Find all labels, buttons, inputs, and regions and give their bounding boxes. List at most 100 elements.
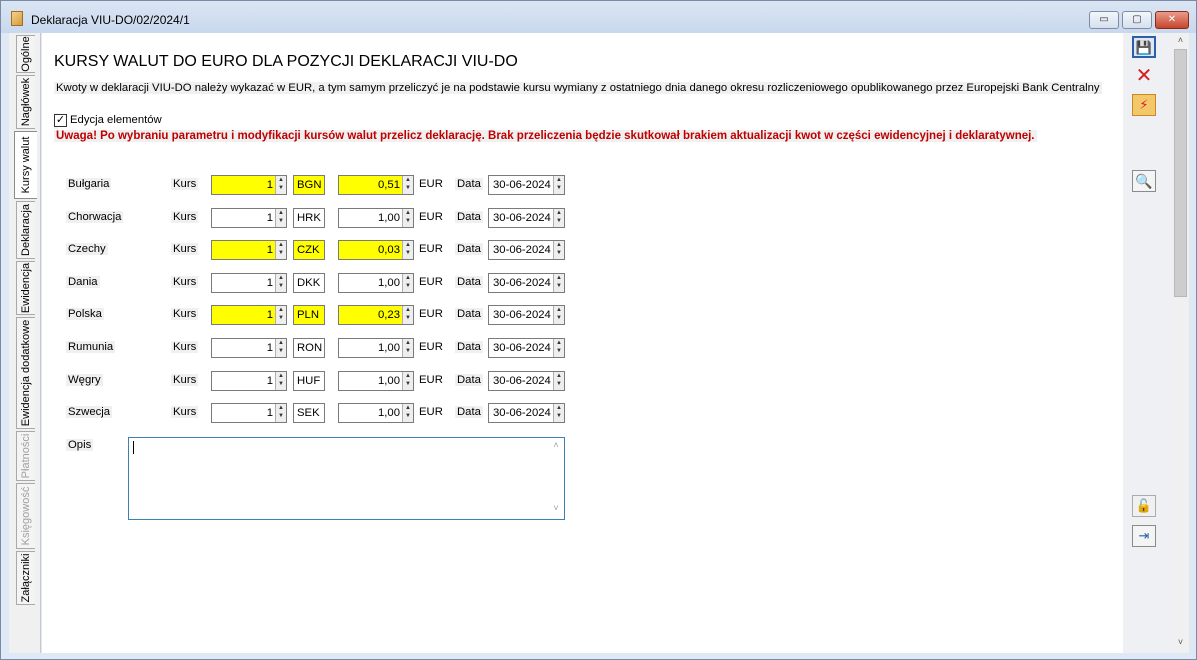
rate-stepper[interactable]: 1,00 ▲ ▼ (338, 371, 414, 391)
stepper-arrows[interactable]: ▲ ▼ (553, 306, 564, 324)
spin-down-icon[interactable]: ▼ (554, 347, 564, 355)
rate-stepper[interactable]: 0,23 ▲ ▼ (338, 305, 414, 325)
stepper-arrows[interactable]: ▲ ▼ (402, 372, 413, 390)
spin-down-icon[interactable]: ▼ (276, 347, 286, 355)
chevron-down-icon[interactable]: ˅ (1172, 637, 1189, 651)
spin-up-icon[interactable]: ▲ (403, 176, 413, 184)
spin-down-icon[interactable]: ▼ (403, 249, 413, 257)
spin-up-icon[interactable]: ▲ (554, 372, 564, 380)
spin-down-icon[interactable]: ▼ (403, 380, 413, 388)
spin-down-icon[interactable]: ▼ (403, 282, 413, 290)
quantity-stepper[interactable]: 1 ▲ ▼ (211, 273, 287, 293)
tab-naglowek[interactable]: Nagłówek (16, 75, 35, 129)
spin-up-icon[interactable]: ▲ (403, 404, 413, 412)
pin-icon[interactable]: ⇥ (1132, 525, 1156, 547)
spin-up-icon[interactable]: ▲ (276, 209, 286, 217)
stepper-arrows[interactable]: ▲ ▼ (275, 209, 286, 227)
spin-down-icon[interactable]: ▼ (276, 380, 286, 388)
stepper-arrows[interactable]: ▲ ▼ (402, 209, 413, 227)
spin-up-icon[interactable]: ▲ (276, 306, 286, 314)
rate-stepper[interactable]: 1,00 ▲ ▼ (338, 208, 414, 228)
spin-up-icon[interactable]: ▲ (554, 176, 564, 184)
quantity-stepper[interactable]: 1 ▲ ▼ (211, 208, 287, 228)
spin-up-icon[interactable]: ▲ (403, 339, 413, 347)
maximize-button[interactable]: ▢ (1122, 11, 1152, 29)
spin-up-icon[interactable]: ▲ (403, 306, 413, 314)
edit-elements-checkbox[interactable]: ✓ Edycja elementów (54, 113, 162, 129)
spin-down-icon[interactable]: ▼ (554, 282, 564, 290)
spin-up-icon[interactable]: ▲ (403, 209, 413, 217)
spin-down-icon[interactable]: ▼ (554, 184, 564, 192)
spin-down-icon[interactable]: ▼ (554, 314, 564, 322)
tab-ogolne[interactable]: Ogólne (16, 35, 35, 73)
stepper-arrows[interactable]: ▲ ▼ (553, 372, 564, 390)
spin-down-icon[interactable]: ▼ (276, 412, 286, 420)
opis-scrollbar[interactable]: ˄ ˅ (548, 438, 564, 519)
tab-ewidencja-dodatkowe[interactable]: Ewidencja dodatkowe (16, 317, 35, 429)
spin-down-icon[interactable]: ▼ (554, 412, 564, 420)
checkbox-box[interactable]: ✓ (54, 114, 67, 127)
stepper-arrows[interactable]: ▲ ▼ (402, 339, 413, 357)
stepper-arrows[interactable]: ▲ ▼ (275, 339, 286, 357)
rate-stepper[interactable]: 0,51 ▲ ▼ (338, 175, 414, 195)
chevron-down-icon[interactable]: ˅ (548, 503, 564, 517)
spin-down-icon[interactable]: ▼ (403, 314, 413, 322)
tab-kursy-walut[interactable]: Kursy walut (14, 131, 37, 199)
stepper-arrows[interactable]: ▲ ▼ (402, 274, 413, 292)
search-icon[interactable]: 🔍 (1132, 170, 1156, 192)
chevron-up-icon[interactable]: ˄ (548, 440, 564, 454)
stepper-arrows[interactable]: ▲ ▼ (275, 306, 286, 324)
stepper-arrows[interactable]: ▲ ▼ (275, 241, 286, 259)
stepper-arrows[interactable]: ▲ ▼ (275, 404, 286, 422)
spin-down-icon[interactable]: ▼ (554, 249, 564, 257)
stepper-arrows[interactable]: ▲ ▼ (553, 404, 564, 422)
spin-up-icon[interactable]: ▲ (554, 241, 564, 249)
spin-up-icon[interactable]: ▲ (554, 274, 564, 282)
stepper-arrows[interactable]: ▲ ▼ (275, 274, 286, 292)
spin-down-icon[interactable]: ▼ (403, 184, 413, 192)
stepper-arrows[interactable]: ▲ ▼ (553, 241, 564, 259)
minimize-button[interactable]: ▭ (1089, 11, 1119, 29)
spin-up-icon[interactable]: ▲ (403, 372, 413, 380)
spin-down-icon[interactable]: ▼ (403, 412, 413, 420)
scrollbar-thumb[interactable] (1174, 49, 1187, 297)
stepper-arrows[interactable]: ▲ ▼ (553, 274, 564, 292)
spin-down-icon[interactable]: ▼ (403, 347, 413, 355)
close-button[interactable]: ✕ (1155, 11, 1189, 29)
spin-down-icon[interactable]: ▼ (403, 217, 413, 225)
quantity-stepper[interactable]: 1 ▲ ▼ (211, 305, 287, 325)
chevron-up-icon[interactable]: ˄ (1172, 35, 1189, 49)
date-picker[interactable]: 30-06-2024 ▲ ▼ (488, 338, 565, 358)
stepper-arrows[interactable]: ▲ ▼ (553, 209, 564, 227)
spin-up-icon[interactable]: ▲ (554, 209, 564, 217)
spin-up-icon[interactable]: ▲ (554, 306, 564, 314)
tab-zalaczniki[interactable]: Załączniki (16, 551, 35, 605)
calculate-icon[interactable]: ⚡ (1132, 94, 1156, 116)
quantity-stepper[interactable]: 1 ▲ ▼ (211, 371, 287, 391)
date-picker[interactable]: 30-06-2024 ▲ ▼ (488, 175, 565, 195)
quantity-stepper[interactable]: 1 ▲ ▼ (211, 175, 287, 195)
quantity-stepper[interactable]: 1 ▲ ▼ (211, 338, 287, 358)
stepper-arrows[interactable]: ▲ ▼ (402, 176, 413, 194)
spin-down-icon[interactable]: ▼ (276, 249, 286, 257)
spin-up-icon[interactable]: ▲ (276, 274, 286, 282)
spin-up-icon[interactable]: ▲ (276, 404, 286, 412)
spin-down-icon[interactable]: ▼ (554, 217, 564, 225)
stepper-arrows[interactable]: ▲ ▼ (402, 306, 413, 324)
spin-up-icon[interactable]: ▲ (403, 274, 413, 282)
spin-up-icon[interactable]: ▲ (403, 241, 413, 249)
spin-down-icon[interactable]: ▼ (554, 380, 564, 388)
rate-stepper[interactable]: 0,03 ▲ ▼ (338, 240, 414, 260)
spin-up-icon[interactable]: ▲ (276, 241, 286, 249)
spin-down-icon[interactable]: ▼ (276, 314, 286, 322)
spin-up-icon[interactable]: ▲ (554, 404, 564, 412)
spin-down-icon[interactable]: ▼ (276, 282, 286, 290)
date-picker[interactable]: 30-06-2024 ▲ ▼ (488, 208, 565, 228)
opis-textarea[interactable]: ˄ ˅ (128, 437, 565, 520)
stepper-arrows[interactable]: ▲ ▼ (275, 372, 286, 390)
tab-ewidencja[interactable]: Ewidencja (16, 261, 35, 315)
rate-stepper[interactable]: 1,00 ▲ ▼ (338, 403, 414, 423)
quantity-stepper[interactable]: 1 ▲ ▼ (211, 403, 287, 423)
rate-stepper[interactable]: 1,00 ▲ ▼ (338, 273, 414, 293)
stepper-arrows[interactable]: ▲ ▼ (402, 404, 413, 422)
